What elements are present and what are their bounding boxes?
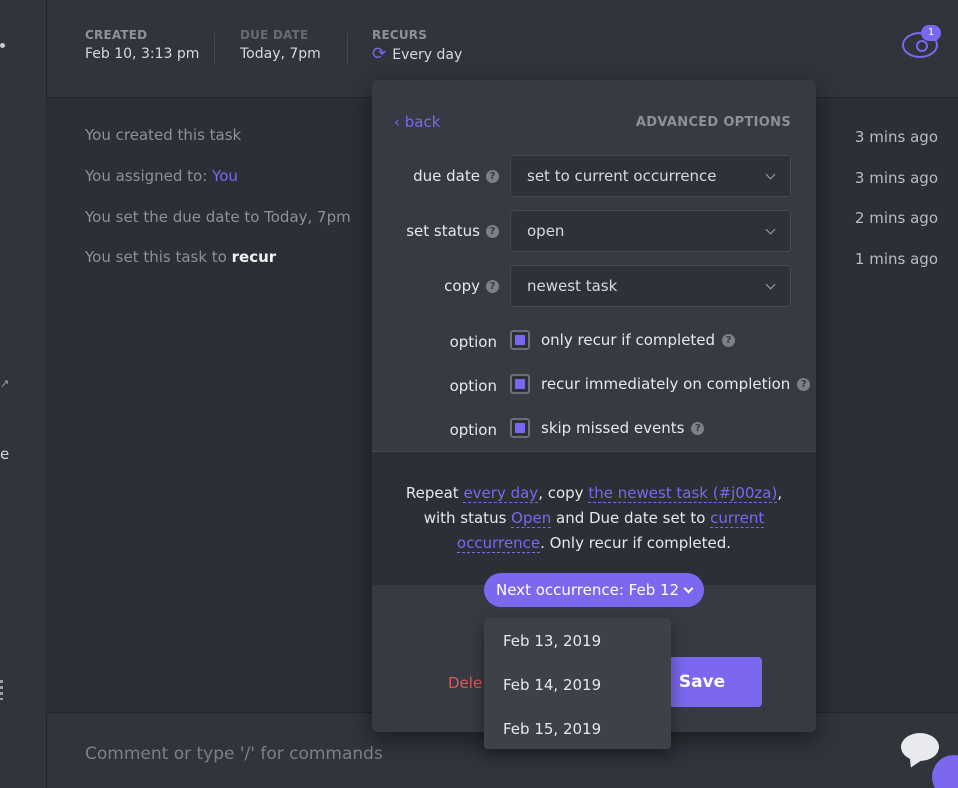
help-icon[interactable]: ? (486, 169, 499, 183)
rail-truncated-text: e (0, 445, 10, 463)
option-label: option (449, 333, 497, 351)
back-button[interactable]: ‹ back (394, 113, 440, 131)
assignee-link[interactable]: You (212, 167, 238, 185)
occurrence-option[interactable]: Feb 13, 2019 (503, 632, 601, 650)
help-icon[interactable]: ? (486, 279, 499, 293)
due-date-field[interactable]: DUE DATE Today, 7pm (240, 28, 321, 62)
recur-immediately-checkbox[interactable] (510, 374, 530, 394)
recur-icon: ⟳ (372, 44, 387, 64)
help-icon[interactable]: ? (797, 377, 811, 391)
chevron-down-icon (683, 583, 694, 593)
due-date-select[interactable]: set to current occurrence (510, 155, 791, 197)
left-rail: ↗ e (0, 0, 47, 788)
activity-text: You set this task to (85, 248, 232, 266)
chevron-left-icon: ‹ (394, 113, 400, 131)
chevron-down-icon (765, 169, 776, 179)
activity-time: 3 mins ago (854, 169, 938, 187)
activity-item: You created this task (85, 126, 242, 144)
created-label: CREATED (85, 28, 148, 42)
row-label-text: copy (444, 277, 480, 295)
created-value: Feb 10, 3:13 pm (85, 46, 200, 62)
created-field: CREATED Feb 10, 3:13 pm (85, 28, 199, 62)
next-occurrence-label: Next occurrence: Feb 12 (496, 581, 680, 599)
activity-item: You set this task to recur (85, 248, 276, 266)
skip-missed-events-checkbox[interactable] (510, 418, 530, 438)
floating-action-button[interactable] (932, 755, 958, 788)
activity-item: You assigned to: You (85, 167, 238, 185)
occurrence-option[interactable]: Feb 15, 2019 (503, 720, 601, 738)
option-label: option (449, 377, 497, 395)
option-text-label: recur immediately on completion (541, 375, 791, 393)
option-text: recur immediately on completion? (541, 375, 811, 393)
panel-title: ADVANCED OPTIONS (635, 115, 791, 130)
watchers-badge: 1 (921, 25, 941, 41)
help-icon[interactable]: ? (722, 333, 736, 347)
row-label-text: set status (406, 222, 480, 240)
help-icon[interactable]: ? (486, 224, 499, 238)
summary-text: Repeat (405, 484, 464, 502)
due-date-row-label: due date? (413, 167, 499, 185)
recurs-value[interactable]: ⟳ Every day (372, 46, 462, 63)
recurs-label: RECURS (372, 28, 428, 42)
select-value: set to current occurrence (527, 167, 717, 185)
select-value: newest task (527, 277, 618, 295)
next-occurrence-dropdown: Feb 13, 2019 Feb 14, 2019 Feb 15, 2019 (484, 618, 671, 749)
row-label-text: due date (413, 167, 480, 185)
status-select[interactable]: open (510, 210, 791, 252)
chevron-down-icon (765, 224, 776, 234)
due-date-label: DUE DATE (240, 28, 309, 42)
option-text-label: skip missed events (541, 419, 685, 437)
option-text-label: only recur if completed (541, 331, 716, 349)
set-status-row-label: set status? (406, 222, 499, 240)
divider (347, 33, 348, 65)
copy-select[interactable]: newest task (510, 265, 791, 307)
help-icon[interactable]: ? (691, 421, 705, 435)
option-label: option (449, 421, 497, 439)
activity-text: You assigned to: (85, 167, 213, 185)
menu-dot-icon[interactable] (0, 43, 5, 48)
activity-time: 3 mins ago (854, 128, 938, 146)
status-link[interactable]: Open (511, 509, 552, 528)
next-occurrence-button[interactable]: Next occurrence: Feb 12 (484, 573, 705, 607)
recurs-text: Every day (392, 46, 463, 63)
delete-button[interactable]: Dele (448, 674, 482, 692)
chat-bubble-icon[interactable] (901, 733, 939, 761)
due-date-value[interactable]: Today, 7pm (240, 46, 321, 62)
recurrence-summary: Repeat every day, copy the newest task (… (372, 451, 816, 585)
drag-handle-icon[interactable] (0, 680, 3, 700)
summary-text: . Only recur if completed. (540, 534, 732, 552)
summary-text: , copy (538, 484, 589, 502)
summary-text: and Due date set to (551, 509, 711, 527)
select-value: open (527, 222, 565, 240)
option-text: skip missed events? (541, 419, 705, 437)
occurrence-option[interactable]: Feb 14, 2019 (503, 676, 601, 694)
external-link-icon[interactable]: ↗ (0, 377, 9, 390)
activity-time: 1 mins ago (854, 250, 938, 268)
divider (214, 33, 215, 65)
copy-row-label: copy? (444, 277, 499, 295)
activity-time: 2 mins ago (854, 209, 938, 227)
option-text: only recur if completed? (541, 331, 736, 349)
only-recur-if-completed-checkbox[interactable] (510, 330, 530, 350)
frequency-link[interactable]: every day (463, 484, 539, 503)
back-label: back (404, 113, 441, 131)
chevron-down-icon (765, 279, 776, 289)
recurs-field[interactable]: RECURS ⟳ Every day (372, 28, 462, 63)
activity-bold: recur (231, 248, 277, 266)
activity-item: You set the due date to Today, 7pm (85, 208, 351, 226)
comment-input[interactable]: Comment or type '/' for commands (85, 744, 383, 764)
copy-task-link[interactable]: the newest task (#j00za) (588, 484, 778, 503)
